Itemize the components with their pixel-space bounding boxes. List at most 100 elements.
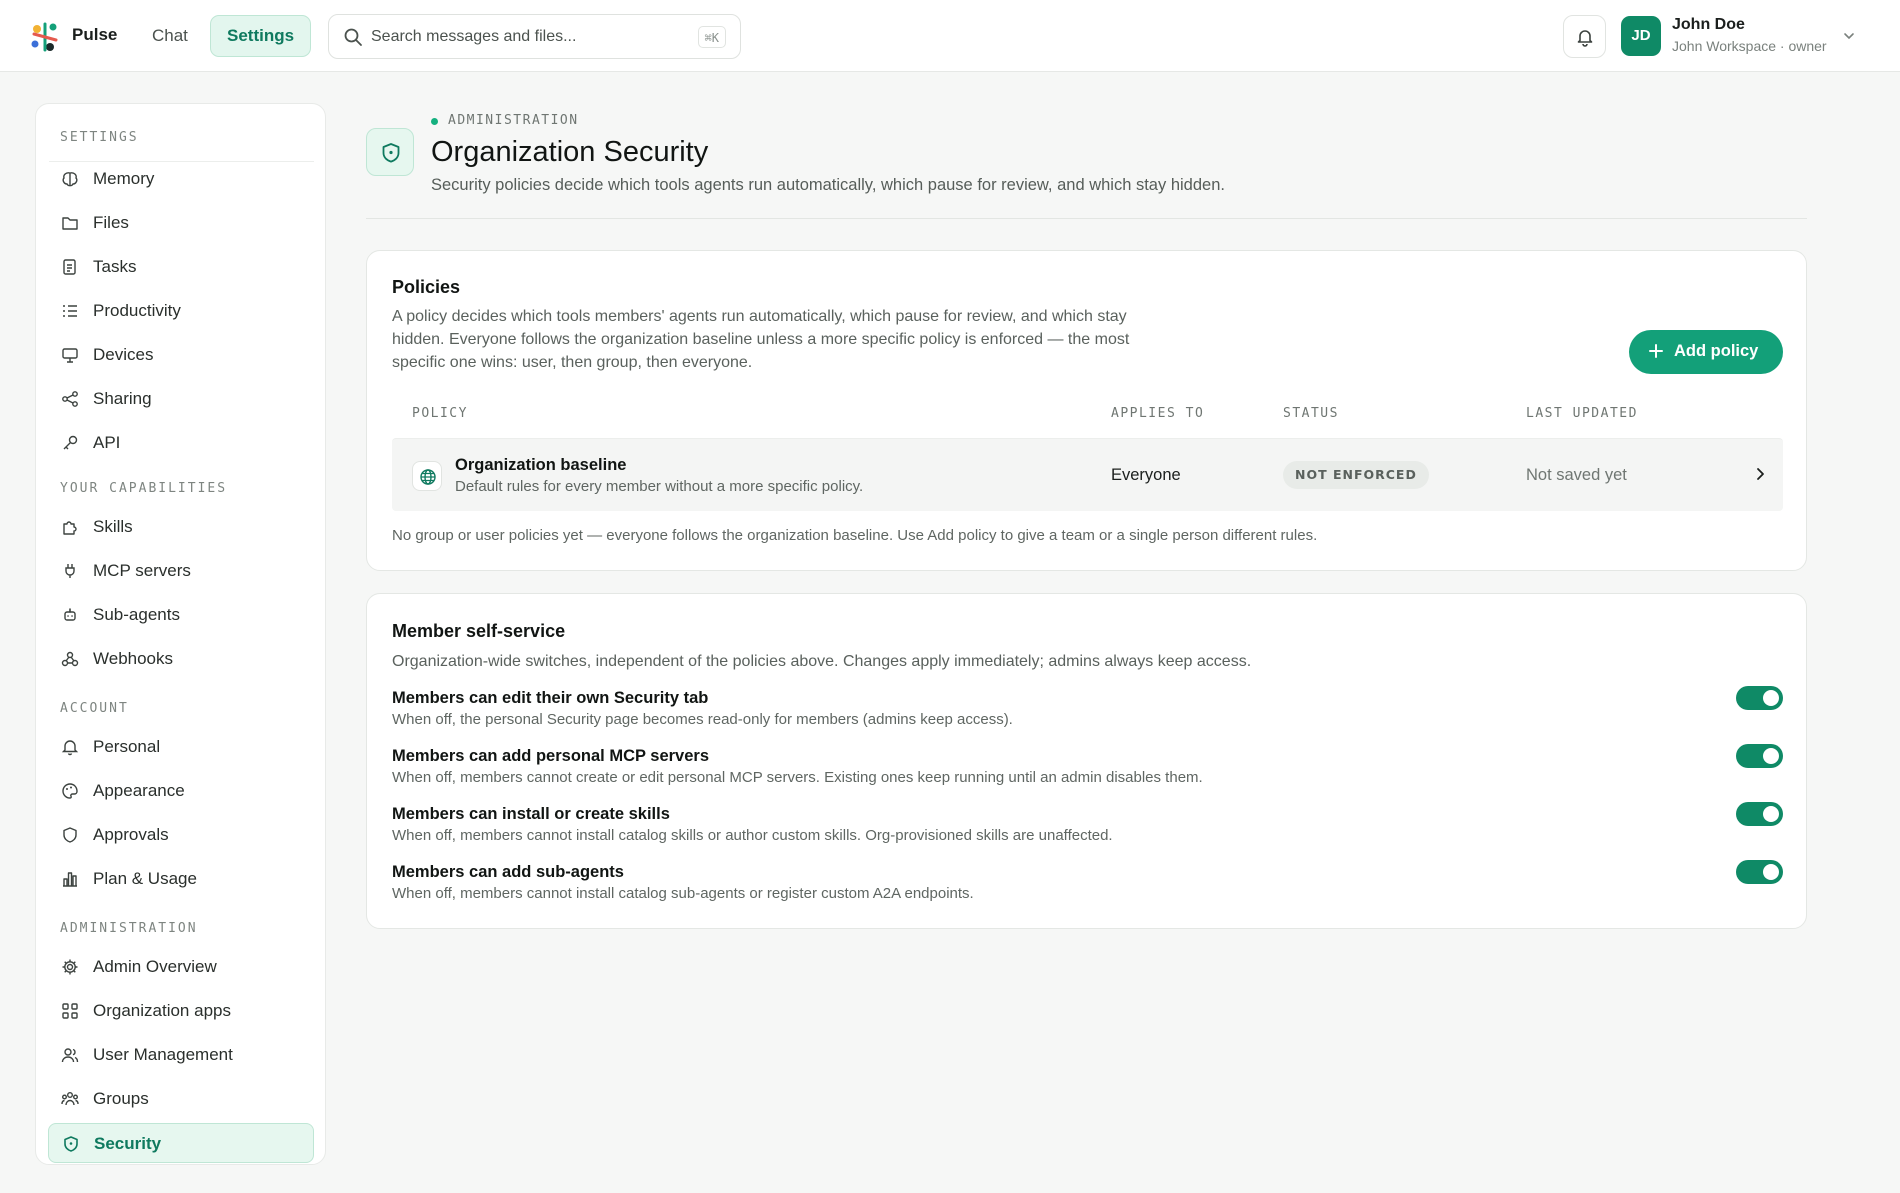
user-avatar[interactable]: JD xyxy=(1621,16,1661,56)
option-title: Members can edit their own Security tab xyxy=(392,689,709,707)
sidebar-item-label: User Management xyxy=(93,1045,233,1064)
notifications-button[interactable] xyxy=(1563,15,1606,58)
grid-icon xyxy=(62,1003,78,1019)
page-subtitle: Security policies decide which tools age… xyxy=(431,176,1225,194)
page-title: Organization Security xyxy=(431,136,709,168)
member-self-service-card: Member self-service Organization-wide sw… xyxy=(366,593,1807,929)
status-dot xyxy=(431,118,438,125)
sidebar-item-devices[interactable]: Devices xyxy=(48,335,314,375)
search-input[interactable] xyxy=(371,23,671,51)
page-eyebrow: ADMINISTRATION xyxy=(448,113,579,128)
brain-icon xyxy=(62,172,78,187)
sidebar-item-appearance[interactable]: Appearance xyxy=(48,771,314,811)
sidebar-item-files[interactable]: Files xyxy=(48,203,314,243)
policies-description-line: hidden. Everyone follows the organizatio… xyxy=(392,331,1130,348)
users-icon xyxy=(61,1048,79,1063)
pulse-logo-icon[interactable] xyxy=(28,20,62,54)
add-policy-button[interactable]: Add policy xyxy=(1629,330,1783,374)
sidebar-item-label: API xyxy=(93,433,121,452)
sidebar-item-skills[interactable]: Skills xyxy=(48,507,314,547)
sidebar-item-user-management[interactable]: User Management xyxy=(48,1035,314,1075)
clipboard-icon xyxy=(63,259,76,275)
sidebar-item-label: Admin Overview xyxy=(93,957,217,976)
sidebar-item-label: Devices xyxy=(93,345,154,364)
sidebar-item-tasks[interactable]: Tasks xyxy=(48,247,314,287)
plus-icon xyxy=(1649,344,1663,358)
sidebar-item-label: Tasks xyxy=(93,257,137,276)
palette-icon xyxy=(62,783,78,799)
sidebar-item-admin-overview[interactable]: Admin Overview xyxy=(48,947,314,987)
option-description: When off, members cannot install catalog… xyxy=(392,827,1113,844)
policy-description: Default rules for every member without a… xyxy=(455,478,864,495)
user-name[interactable]: John Doe xyxy=(1672,16,1745,34)
column-header-applies-to: APPLIES TO xyxy=(1111,406,1205,421)
webhook-icon xyxy=(61,651,79,667)
sidebar-item-label: Security xyxy=(94,1134,162,1153)
puzzle-icon xyxy=(63,521,77,535)
policies-description: A policy decides which tools members' ag… xyxy=(392,305,1129,374)
search-box[interactable]: ⌘K xyxy=(328,14,741,59)
top-bar: Pulse Chat Settings ⌘K JD John Doe John … xyxy=(0,0,1900,72)
toggle-add-sub-agents[interactable] xyxy=(1736,860,1783,884)
user-workspace-role: John Workspace · owner xyxy=(1672,38,1827,54)
option-description: When off, members cannot install catalog… xyxy=(392,885,974,902)
sidebar-item-productivity[interactable]: Productivity xyxy=(48,291,314,331)
sidebar-item-personal[interactable]: Personal xyxy=(48,727,314,767)
toggle-edit-security-tab[interactable] xyxy=(1736,686,1783,710)
sidebar-item-mcp-servers[interactable]: MCP servers xyxy=(48,551,314,591)
sidebar-item-plan-usage[interactable]: Plan & Usage xyxy=(48,859,314,899)
nav-chat[interactable]: Chat xyxy=(140,16,200,56)
toggle-install-skills[interactable] xyxy=(1736,802,1783,826)
table-row[interactable]: Organization baseline Default rules for … xyxy=(392,438,1783,511)
sidebar-item-organization-apps[interactable]: Organization apps xyxy=(48,991,314,1031)
settings-sidebar: SETTINGS Memory Files Tasks Productivity… xyxy=(35,103,326,1165)
sidebar-section-administration: ADMINISTRATION xyxy=(60,921,198,936)
shield-check-icon xyxy=(64,1136,78,1152)
sidebar-item-label: Organization apps xyxy=(93,1001,231,1020)
policies-description-line: A policy decides which tools members' ag… xyxy=(392,308,1127,325)
policy-last-updated: Not saved yet xyxy=(1526,466,1627,484)
toggle-knob xyxy=(1763,806,1779,822)
sidebar-item-sharing[interactable]: Sharing xyxy=(48,379,314,419)
sidebar-item-memory[interactable]: Memory xyxy=(48,159,314,199)
policies-description-line: specific one wins: user, then group, the… xyxy=(392,354,753,371)
self-service-description: Organization-wide switches, independent … xyxy=(392,653,1252,670)
sidebar-item-security[interactable]: Security xyxy=(48,1123,314,1163)
add-policy-label: Add policy xyxy=(1674,342,1759,360)
bell-icon xyxy=(61,740,79,756)
toggle-personal-mcp-servers[interactable] xyxy=(1736,744,1783,768)
bell-icon xyxy=(1577,30,1593,47)
shield-icon xyxy=(63,827,77,843)
search-icon xyxy=(344,28,362,46)
chevron-right-icon[interactable] xyxy=(1752,466,1768,482)
sidebar-item-label: Appearance xyxy=(93,781,185,800)
self-service-title: Member self-service xyxy=(392,621,566,641)
policies-card: Policies A policy decides which tools me… xyxy=(366,250,1807,571)
sidebar-item-approvals[interactable]: Approvals xyxy=(48,815,314,855)
sidebar-item-label: Plan & Usage xyxy=(93,869,197,888)
sidebar-item-label: Personal xyxy=(93,737,161,756)
policy-name: Organization baseline xyxy=(455,456,627,474)
folder-icon xyxy=(62,217,78,230)
sidebar-item-api[interactable]: API xyxy=(48,423,314,463)
bar-chart-icon xyxy=(63,872,77,887)
sidebar-item-sub-agents[interactable]: Sub-agents xyxy=(48,595,314,635)
option-description: When off, the personal Security page bec… xyxy=(392,711,1013,728)
sidebar-item-label: Files xyxy=(93,213,129,232)
sidebar-item-label: Approvals xyxy=(93,825,169,844)
bot-icon xyxy=(64,608,76,621)
key-icon xyxy=(63,435,78,450)
sidebar-item-label: Memory xyxy=(93,169,155,188)
nav-settings[interactable]: Settings xyxy=(210,15,312,57)
globe-icon-wrap xyxy=(412,461,442,491)
sidebar-item-groups[interactable]: Groups xyxy=(48,1079,314,1119)
sidebar-item-label: Groups xyxy=(93,1089,149,1108)
group-icon xyxy=(61,1092,79,1106)
gear-icon xyxy=(62,959,78,975)
sidebar-item-webhooks[interactable]: Webhooks xyxy=(48,639,314,679)
status-badge: NOT ENFORCED xyxy=(1283,461,1429,489)
sidebar-section-capabilities: YOUR CAPABILITIES xyxy=(60,481,228,496)
list-icon xyxy=(63,305,77,317)
share-icon xyxy=(62,391,78,407)
chevron-down-icon[interactable] xyxy=(1842,29,1856,43)
